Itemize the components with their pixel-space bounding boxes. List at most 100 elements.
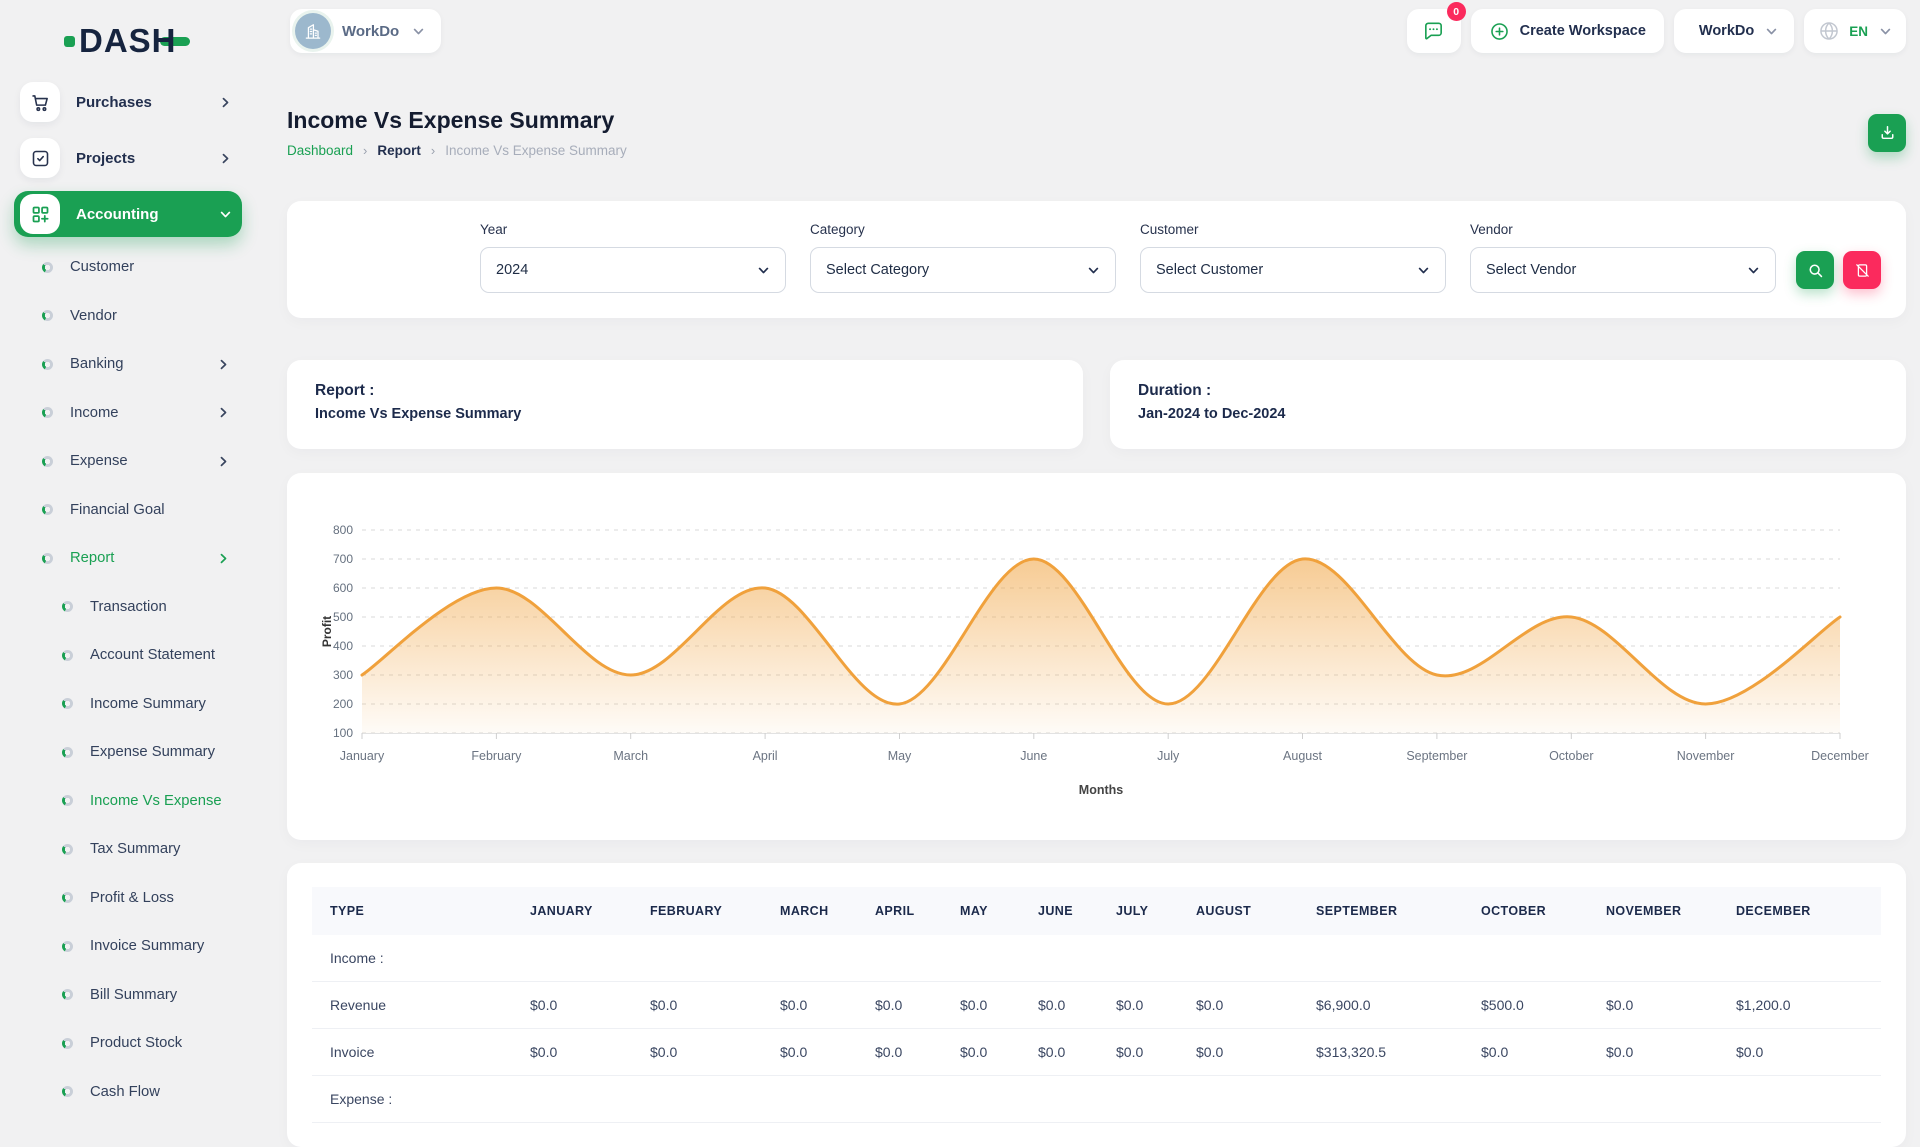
app-menu-button[interactable]: WorkDo <box>1674 9 1794 53</box>
chevron-right-icon <box>217 455 230 468</box>
row-value-cell: $0.0 <box>857 982 942 1029</box>
svg-text:March: March <box>613 749 648 763</box>
sidebar-item-profit-loss[interactable]: Profit & Loss <box>14 874 242 923</box>
sidebar-item-label: Tax Summary <box>90 841 180 857</box>
sidebar-item-label: Projects <box>76 150 135 167</box>
workspace-switcher[interactable]: WorkDo <box>290 9 441 53</box>
sidebar-item-invoice-summary[interactable]: Invoice Summary <box>14 922 242 971</box>
grid-plus-icon <box>20 194 60 234</box>
svg-text:September: September <box>1406 749 1467 763</box>
download-icon <box>1879 124 1896 141</box>
sidebar-item-label: Customer <box>70 259 134 275</box>
search-button[interactable] <box>1796 251 1834 289</box>
topbar: WorkDo 0 Create Workspace WorkDo EN <box>287 0 1906 62</box>
chevron-down-icon <box>1747 264 1760 277</box>
chevron-down-icon <box>757 264 770 277</box>
table-group-label: Expense : <box>312 1076 1881 1123</box>
breadcrumb-dashboard[interactable]: Dashboard <box>287 143 353 158</box>
sidebar-item-income[interactable]: Income <box>14 389 242 438</box>
row-value-cell: $313,320.5 <box>1298 1029 1463 1076</box>
sidebar-item-bill-summary[interactable]: Bill Summary <box>14 971 242 1020</box>
circle-bullet-icon <box>42 359 53 370</box>
building-icon <box>295 13 331 49</box>
sidebar-item-label: Report <box>70 550 114 566</box>
sidebar-item-accounting[interactable]: Accounting <box>14 191 242 237</box>
sidebar: DASH Purchases Projects Accounting Customer… <box>0 0 258 1080</box>
svg-text:October: October <box>1549 749 1593 763</box>
plus-circle-icon <box>1489 21 1510 42</box>
summary-card-title: Report : <box>315 382 1055 400</box>
row-value-cell: $0.0 <box>762 982 857 1029</box>
sidebar-item-expense-summary[interactable]: Expense Summary <box>14 728 242 777</box>
sidebar-item-product-stock[interactable]: Product Stock <box>14 1019 242 1068</box>
app-logo[interactable]: DASH <box>64 20 242 62</box>
sidebar-item-income-summary[interactable]: Income Summary <box>14 680 242 729</box>
circle-bullet-icon <box>62 698 73 709</box>
column-header-september: SEPTEMBER <box>1298 887 1463 935</box>
sidebar-item-projects[interactable]: Projects <box>14 130 242 186</box>
sidebar-item-report[interactable]: Report <box>14 534 242 583</box>
row-type-cell: Revenue <box>312 982 512 1029</box>
reset-button[interactable] <box>1843 251 1881 289</box>
sidebar-item-label: Account Statement <box>90 647 215 663</box>
logo-text: DASH <box>79 22 177 60</box>
sidebar-item-purchases[interactable]: Purchases <box>14 74 242 130</box>
customer-select[interactable]: Select Customer <box>1140 247 1446 293</box>
search-icon <box>1807 262 1824 279</box>
summary-card-value: Jan-2024 to Dec-2024 <box>1138 406 1878 422</box>
svg-text:Months: Months <box>1079 783 1123 797</box>
chevron-right-icon <box>217 406 230 419</box>
sidebar-item-financial-goal[interactable]: Financial Goal <box>14 486 242 535</box>
sidebar-item-expense[interactable]: Expense <box>14 437 242 486</box>
svg-text:200: 200 <box>333 697 353 711</box>
sidebar-item-transaction[interactable]: Transaction <box>14 583 242 632</box>
category-select[interactable]: Select Category <box>810 247 1116 293</box>
filter-field-vendor: VendorSelect Vendor <box>1470 222 1776 293</box>
svg-text:June: June <box>1020 749 1047 763</box>
sidebar-item-banking[interactable]: Banking <box>14 340 242 389</box>
select-value: 2024 <box>496 262 528 278</box>
circle-bullet-icon <box>42 407 53 418</box>
profit-chart: 100200300400500600700800JanuaryFebruaryM… <box>317 497 1888 809</box>
chevron-separator-icon: › <box>431 143 435 158</box>
sidebar-nav: Purchases Projects Accounting Customer Vendo… <box>14 74 242 1116</box>
workspace-name: WorkDo <box>342 23 399 40</box>
sidebar-item-income-vs-expense[interactable]: Income Vs Expense <box>14 777 242 826</box>
breadcrumb-report[interactable]: Report <box>377 143 421 158</box>
column-header-april: APRIL <box>857 887 942 935</box>
circle-bullet-icon <box>42 504 53 515</box>
create-workspace-button[interactable]: Create Workspace <box>1471 9 1664 53</box>
download-button[interactable] <box>1868 114 1906 152</box>
row-value-cell: $0.0 <box>632 1029 762 1076</box>
svg-text:700: 700 <box>333 552 353 566</box>
sidebar-item-tax-summary[interactable]: Tax Summary <box>14 825 242 874</box>
svg-text:May: May <box>888 749 912 763</box>
row-value-cell: $0.0 <box>512 1029 632 1076</box>
chevron-down-icon <box>1087 264 1100 277</box>
breadcrumb: Dashboard›Report›Income Vs Expense Summa… <box>287 143 627 158</box>
column-header-december: DECEMBER <box>1718 887 1881 935</box>
row-value-cell: $0.0 <box>1020 1029 1098 1076</box>
reset-slash-icon <box>1854 262 1871 279</box>
language-label: EN <box>1849 24 1868 39</box>
page-title: Income Vs Expense Summary <box>287 107 627 134</box>
circle-bullet-icon <box>62 892 73 903</box>
sidebar-item-account-statement[interactable]: Account Statement <box>14 631 242 680</box>
messages-button[interactable]: 0 <box>1407 9 1461 53</box>
sidebar-item-label: Purchases <box>76 94 152 111</box>
vendor-select[interactable]: Select Vendor <box>1470 247 1776 293</box>
column-header-february: FEBRUARY <box>632 887 762 935</box>
sidebar-item-customer[interactable]: Customer <box>14 243 242 292</box>
logo-dot-icon <box>64 36 75 47</box>
filter-label: Customer <box>1140 222 1446 237</box>
table-group-row-income: Income : <box>312 935 1881 982</box>
row-value-cell: $0.0 <box>1588 1029 1718 1076</box>
language-selector[interactable]: EN <box>1804 9 1906 53</box>
row-value-cell: $1,200.0 <box>1718 982 1881 1029</box>
year-select[interactable]: 2024 <box>480 247 786 293</box>
svg-text:August: August <box>1283 749 1322 763</box>
sidebar-item-vendor[interactable]: Vendor <box>14 292 242 341</box>
globe-icon <box>1818 20 1840 42</box>
svg-text:400: 400 <box>333 639 353 653</box>
column-header-july: JULY <box>1098 887 1178 935</box>
